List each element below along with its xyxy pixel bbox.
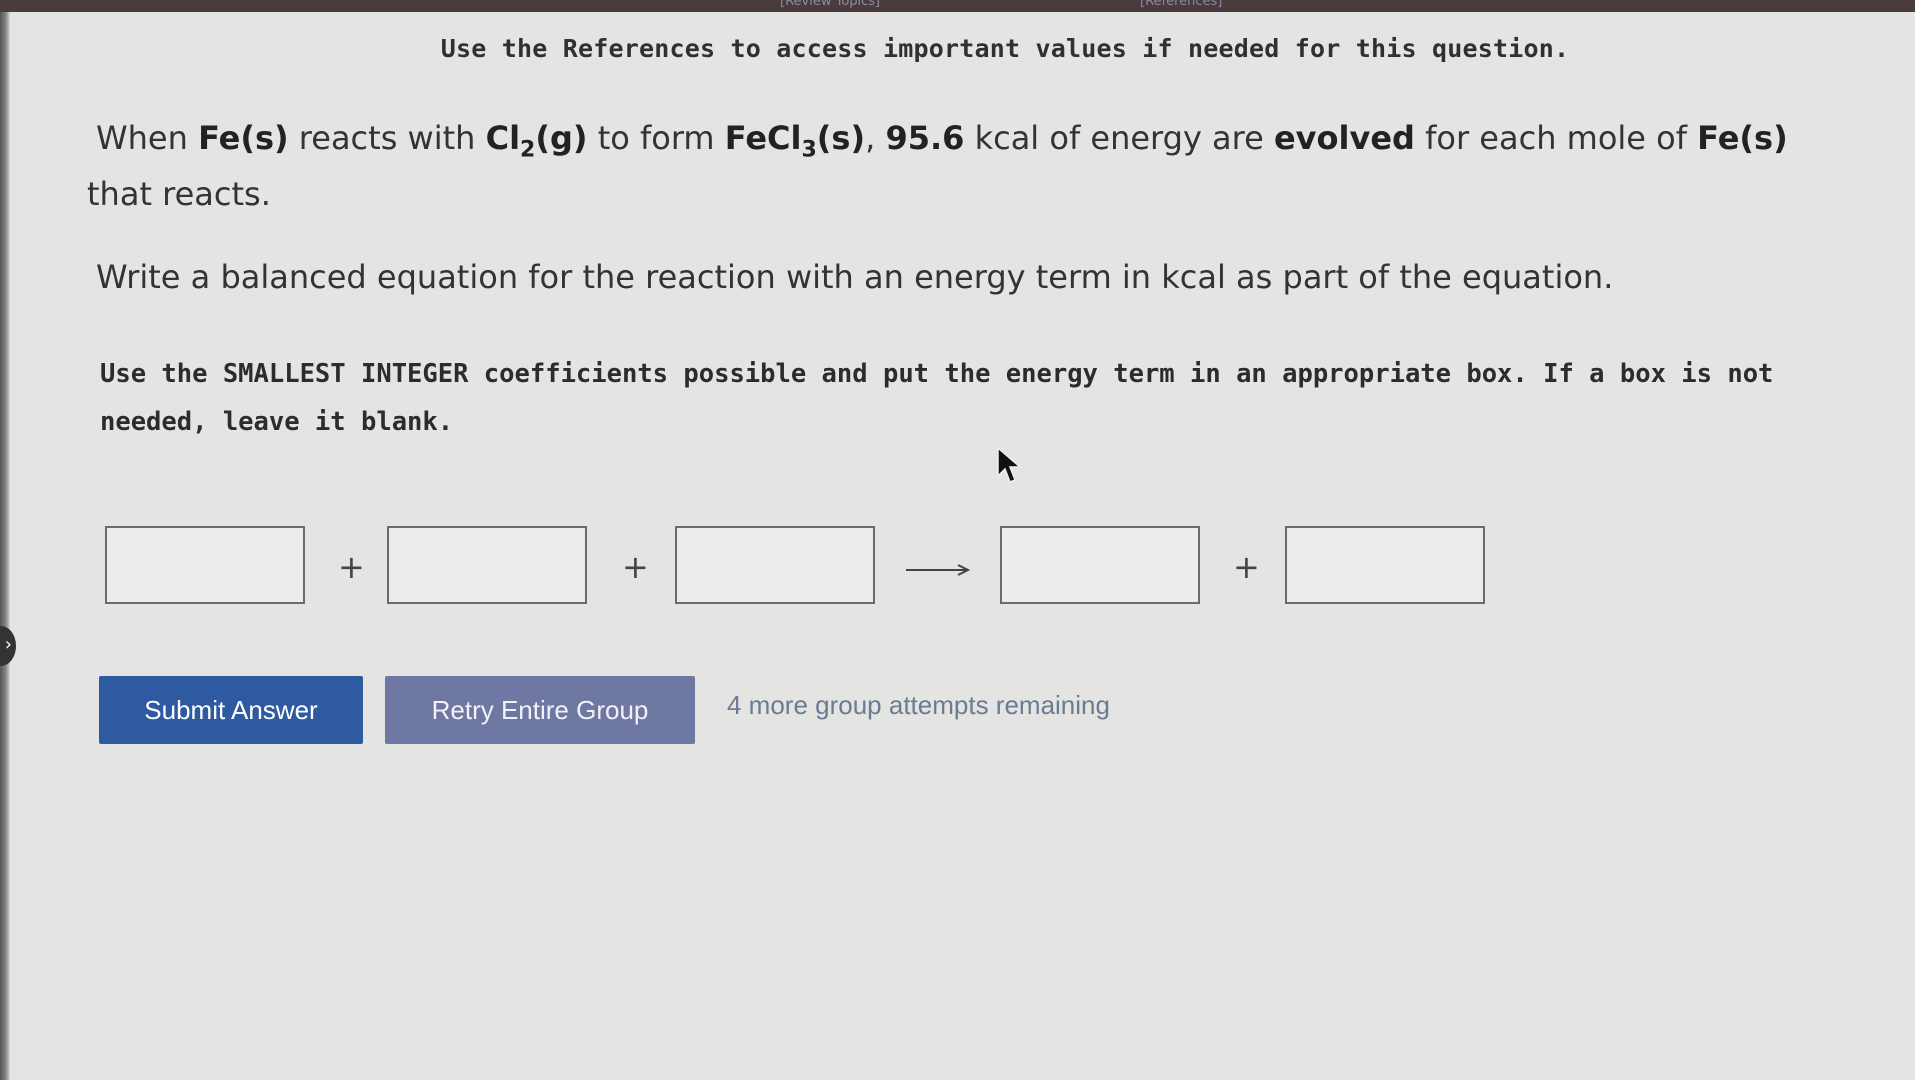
equation-box-4[interactable] (1000, 526, 1200, 604)
equation-box-1[interactable] (105, 526, 305, 604)
question-text: When Fe(s) reacts with Cl2(g) to form Fe… (87, 119, 1788, 213)
mouse-pointer-icon (997, 446, 1022, 483)
equation-box-2[interactable] (387, 526, 587, 604)
attempts-remaining: 4 more group attempts remaining (727, 690, 1110, 720)
plus-sign: + (338, 548, 365, 586)
review-topics-link[interactable]: [Review Topics] (780, 0, 880, 8)
submit-answer-button[interactable]: Submit Answer (99, 676, 363, 744)
references-link[interactable]: [References] (1140, 0, 1222, 8)
retry-entire-group-button[interactable]: Retry Entire Group (385, 676, 695, 744)
references-note: Use the References to access important v… (440, 34, 1570, 63)
top-bar (0, 0, 1915, 12)
screen-left-edge (0, 12, 10, 1080)
plus-sign: + (622, 548, 649, 586)
reaction-arrow-icon (906, 564, 970, 576)
plus-sign: + (1233, 548, 1260, 586)
write-equation-prompt: Write a balanced equation for the reacti… (96, 258, 1614, 296)
side-tab[interactable]: › (0, 626, 16, 666)
equation-box-3[interactable] (675, 526, 875, 604)
equation-box-5[interactable] (1285, 526, 1485, 604)
instructions: Use the SMALLEST INTEGER coefficients po… (100, 359, 1774, 437)
side-tab-icon: › (4, 634, 12, 655)
